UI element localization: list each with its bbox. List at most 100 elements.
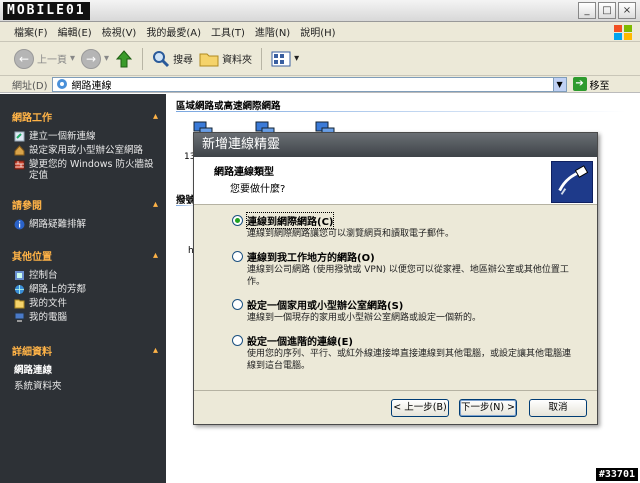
- option-advanced[interactable]: 設定一個進階的連線(E) 使用您的序列、平行、或紅外線連接埠直接連線到其他電腦，…: [232, 333, 597, 372]
- control-panel-icon: [15, 271, 24, 280]
- address-input[interactable]: 網路連線 ▼: [51, 76, 567, 92]
- section-other-places[interactable]: 其他位置 ▴: [0, 245, 166, 265]
- dialog-title: 新增連線精靈: [194, 133, 597, 157]
- radio-advanced[interactable]: [232, 335, 243, 346]
- details-type: 系統資料夾: [14, 381, 62, 392]
- link-label: 控制台: [29, 270, 58, 281]
- home-network-icon: [14, 145, 25, 156]
- option-description: 連線到一個現存的家用或小型辦公室網路或設定一個新的。: [247, 313, 482, 323]
- toolbar-divider: [261, 47, 263, 70]
- radio-home-network[interactable]: [232, 299, 243, 310]
- toolbar: ← 上一頁 ▾ → ▾ 搜尋 資料夾 ▾: [0, 42, 640, 76]
- search-icon: [153, 50, 170, 67]
- section-details[interactable]: 詳細資料 ▴: [0, 340, 166, 360]
- collapse-icon[interactable]: ▴: [153, 250, 158, 261]
- connection-type-options: 連線到網際網路(C) 連線到網際網路讓您可以瀏覽網頁和讀取電子郵件。 連線到我工…: [194, 205, 597, 372]
- menu-help[interactable]: 說明(H): [300, 24, 335, 39]
- group-heading-lan: 區域網路或高速網際網路: [176, 101, 281, 112]
- chevron-down-icon[interactable]: ▼: [552, 77, 566, 91]
- views-button[interactable]: ▾: [271, 50, 299, 68]
- group-divider: [176, 111, 626, 112]
- site-logo: MOBILE01: [3, 2, 90, 20]
- network-places-icon: [15, 285, 24, 294]
- section-title: 詳細資料: [12, 346, 52, 358]
- option-label[interactable]: 設定一個家用或小型辦公室網路(S): [247, 297, 403, 312]
- section-network-tasks[interactable]: 網路工作 ▴: [0, 106, 166, 126]
- next-step-button[interactable]: 下一步(N) >: [459, 398, 517, 417]
- menu-advanced[interactable]: 進階(N): [255, 24, 290, 39]
- title-bar: MOBILE01 _ □ ×: [0, 0, 640, 22]
- menu-tools[interactable]: 工具(T): [211, 24, 245, 39]
- close-button[interactable]: ×: [618, 2, 636, 19]
- go-arrow-icon: ➔: [572, 77, 587, 91]
- link-network-places[interactable]: 網路上的芳鄰: [14, 284, 156, 295]
- option-workplace[interactable]: 連線到我工作地方的網路(O) 連線到公司網路 (使用撥號或 VPN) 以便您可以…: [232, 249, 597, 288]
- watermark: #33701: [595, 468, 638, 481]
- maximize-button[interactable]: □: [598, 2, 616, 19]
- collapse-icon[interactable]: ▴: [153, 199, 158, 210]
- link-label: 網路疑難排解: [29, 219, 87, 230]
- task-pane: 網路工作 ▴ 建立一個新連線 設定家用或小型辦公室網路 變更您的 Windows…: [0, 94, 166, 483]
- back-arrow-icon: ←: [14, 48, 34, 69]
- option-description: 連線到網際網路讓您可以瀏覽網頁和讀取電子郵件。: [247, 229, 455, 239]
- radio-internet[interactable]: [232, 215, 243, 226]
- link-label: 我的電腦: [29, 312, 68, 323]
- chevron-down-icon: ▾: [104, 53, 110, 64]
- menu-file[interactable]: 檔案(F): [14, 24, 48, 39]
- option-label[interactable]: 設定一個進階的連線(E): [247, 333, 353, 348]
- task-label: 變更您的 Windows 防火牆設定值: [29, 159, 154, 181]
- link-my-computer[interactable]: 我的電腦: [14, 312, 156, 323]
- menu-view[interactable]: 檢視(V): [102, 24, 137, 39]
- link-label: 我的文件: [29, 298, 68, 309]
- task-firewall[interactable]: 變更您的 Windows 防火牆設定值: [14, 159, 156, 181]
- views-icon: [271, 51, 291, 66]
- network-connections-icon: [56, 79, 67, 89]
- menu-bar: 檔案(F) 編輯(E) 檢視(V) 我的最愛(A) 工具(T) 進階(N) 說明…: [0, 22, 640, 42]
- menu-favorites[interactable]: 我的最愛(A): [146, 24, 201, 39]
- my-computer-icon: [14, 312, 25, 322]
- folders-label: 資料夾: [222, 55, 253, 66]
- folder-icon: [199, 53, 219, 66]
- option-home-network[interactable]: 設定一個家用或小型辦公室網路(S) 連線到一個現存的家用或小型辦公室網路或設定一…: [232, 297, 597, 324]
- option-label[interactable]: 連線到我工作地方的網路(O): [247, 249, 375, 264]
- back-button[interactable]: ← 上一頁 ▾: [14, 48, 75, 69]
- option-description: 使用您的序列、平行、或紅外線連接埠直接連線到其他電腦，或設定讓其他電腦連線到這台…: [247, 349, 572, 371]
- option-internet[interactable]: 連線到網際網路(C) 連線到網際網路讓您可以瀏覽網頁和讀取電子郵件。: [232, 212, 597, 240]
- link-control-panel[interactable]: 控制台: [14, 270, 156, 281]
- search-label: 搜尋: [173, 55, 194, 66]
- cancel-button[interactable]: 取消: [529, 398, 587, 417]
- up-folder-button[interactable]: [115, 49, 133, 69]
- link-my-documents[interactable]: 我的文件: [14, 298, 156, 309]
- dialog-header-title: 網路連線類型: [214, 167, 274, 178]
- forward-arrow-icon: →: [81, 48, 102, 69]
- details-name: 網路連線: [14, 365, 53, 376]
- search-button[interactable]: 搜尋: [152, 50, 193, 68]
- dialog-header-subtitle: 您要做什麼?: [230, 184, 286, 195]
- section-see-also[interactable]: 請參閱 ▴: [0, 194, 166, 214]
- folders-button[interactable]: 資料夾: [199, 50, 252, 68]
- address-label: 網址(D): [12, 80, 48, 92]
- address-bar: 網址(D) 網路連線 ▼ ➔ 移至: [0, 76, 640, 93]
- collapse-icon[interactable]: ▴: [153, 345, 158, 356]
- address-value: 網路連線: [71, 80, 112, 92]
- link-troubleshoot[interactable]: 網路疑難排解: [14, 219, 156, 230]
- collapse-icon[interactable]: ▴: [153, 111, 158, 122]
- minimize-button[interactable]: _: [578, 2, 596, 19]
- task-create-connection[interactable]: 建立一個新連線: [14, 131, 156, 142]
- go-button[interactable]: ➔ 移至: [572, 77, 610, 92]
- option-label[interactable]: 連線到網際網路(C): [245, 212, 335, 229]
- section-title: 其他位置: [12, 251, 52, 263]
- radio-workplace[interactable]: [232, 251, 243, 262]
- section-title: 網路工作: [12, 112, 52, 124]
- forward-button[interactable]: → ▾: [81, 48, 110, 69]
- task-home-network[interactable]: 設定家用或小型辦公室網路: [14, 145, 156, 156]
- link-label: 網路上的芳鄰: [29, 284, 87, 295]
- back-step-button[interactable]: < 上一步(B): [391, 398, 449, 417]
- menu-edit[interactable]: 編輯(E): [58, 24, 92, 39]
- new-connection-icon: [14, 131, 25, 142]
- go-label: 移至: [589, 80, 610, 92]
- info-icon: [14, 219, 25, 230]
- dialog-footer: < 上一步(B) 下一步(N) > 取消: [194, 390, 597, 424]
- option-description: 連線到公司網路 (使用撥號或 VPN) 以便您可以從家裡、地區辦公室或其他位置工…: [247, 265, 569, 287]
- toolbar-divider: [142, 47, 144, 70]
